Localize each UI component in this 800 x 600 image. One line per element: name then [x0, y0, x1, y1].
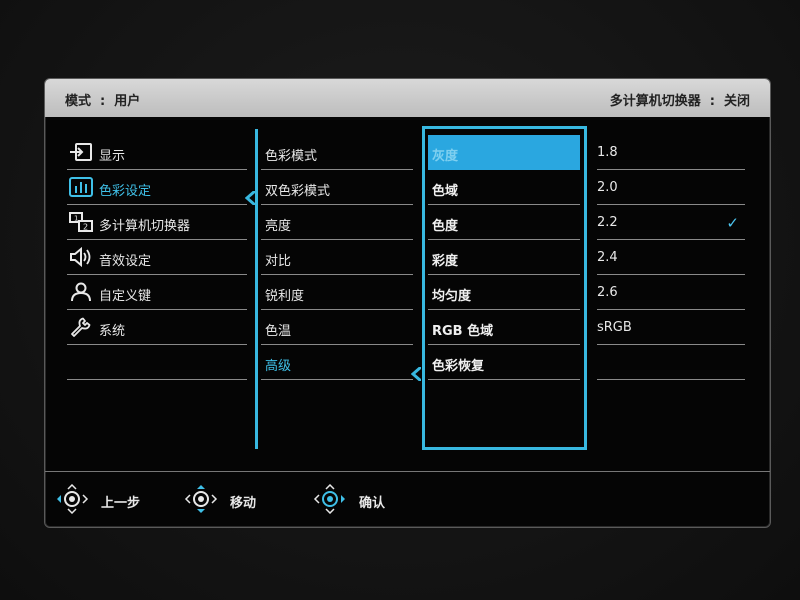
color-menu-label: 双色彩模式 — [265, 184, 331, 199]
advanced-menu-label: 色彩恢复 — [432, 359, 485, 374]
footer-confirm: 确认 — [313, 484, 433, 514]
pointer-notch-2 — [411, 367, 421, 381]
osd-footer: 上一步 移动 确认 — [45, 471, 770, 527]
advanced-menu-item-uniformity[interactable]: 均匀度 — [428, 275, 580, 310]
color-menu-label: 高级 — [265, 359, 292, 374]
input-icon — [70, 143, 92, 161]
advanced-menu-item-hue[interactable]: 色度 — [428, 205, 580, 240]
color-menu-item-brightness[interactable]: 亮度 — [261, 205, 413, 240]
color-menu-label: 色彩模式 — [265, 149, 318, 164]
color-settings-menu: 色彩模式 双色彩模式 亮度 对比 锐利度 色温 高级 — [261, 135, 413, 380]
kvm-switch-icon: 1 2 — [69, 212, 93, 232]
color-menu-item-color-mode[interactable]: 色彩模式 — [261, 135, 413, 170]
kvm-value: 关闭 — [723, 94, 750, 109]
mode-label: 模式 — [65, 94, 92, 109]
kvm-colon: : — [709, 94, 715, 109]
svg-text:1: 1 — [74, 215, 78, 223]
advanced-menu-item-gamma[interactable]: 灰度 — [428, 135, 580, 170]
gamma-values-menu: 1.8 2.0 2.2 ✓ 2.4 2.6 sRGB — [597, 135, 745, 380]
color-menu-item-advanced[interactable]: 高级 — [261, 345, 413, 380]
main-menu-label: 音效设定 — [99, 254, 152, 269]
gamma-option-label: 2.4 — [597, 250, 618, 265]
main-menu-item-kvm[interactable]: 1 2 多计算机切换器 — [67, 205, 247, 240]
kvm-indicator: 多计算机切换器: 关闭 — [610, 90, 750, 109]
pointer-notch-1 — [245, 191, 255, 205]
gamma-option-selected[interactable]: 2.2 ✓ — [597, 205, 745, 240]
gamma-option-label: 2.0 — [597, 180, 618, 195]
main-menu-label: 多计算机切换器 — [99, 219, 191, 234]
gamma-empty-row — [597, 345, 745, 380]
main-menu-item-display[interactable]: 显示 — [67, 135, 247, 170]
advanced-menu-item-color-reset[interactable]: 色彩恢复 — [428, 345, 580, 380]
dpad-updown-icon — [184, 485, 218, 513]
color-menu-label: 亮度 — [265, 219, 292, 234]
footer-back: 上一步 — [55, 484, 175, 514]
mode-colon: : — [100, 94, 106, 109]
kvm-label: 多计算机切换器 — [609, 94, 701, 109]
gamma-option[interactable]: 2.0 — [597, 170, 745, 205]
column-divider-1 — [255, 129, 258, 449]
gamma-option[interactable]: sRGB — [597, 310, 745, 345]
wrench-icon — [71, 317, 91, 337]
user-icon — [71, 282, 91, 302]
main-menu-label: 自定义键 — [99, 289, 152, 304]
advanced-menu-label: 灰度 — [432, 149, 459, 164]
main-menu-item-system[interactable]: 系统 — [67, 310, 247, 345]
mode-value: 用户 — [114, 94, 141, 109]
main-menu: 显示 色彩设定 1 2 多计算机切换器 音效设定 自定义键 系统 — [67, 135, 247, 380]
footer-move-label: 移动 — [230, 496, 257, 511]
dpad-press-icon — [313, 484, 345, 514]
main-menu-label: 系统 — [99, 324, 126, 339]
osd-menu: 模式: 用户 多计算机切换器: 关闭 显示 色彩设定 1 2 多计算机切换器 音… — [44, 78, 771, 528]
main-menu-item-custom-key[interactable]: 自定义键 — [67, 275, 247, 310]
advanced-menu-label: 色域 — [432, 184, 459, 199]
gamma-option[interactable]: 2.6 — [597, 275, 745, 310]
footer-confirm-label: 确认 — [359, 496, 386, 511]
bar-chart-icon — [69, 177, 93, 197]
main-menu-item-audio[interactable]: 音效设定 — [67, 240, 247, 275]
check-icon: ✓ — [726, 214, 739, 232]
gamma-option-label: 2.2 — [597, 215, 618, 230]
main-menu-empty-row — [67, 345, 247, 380]
mode-indicator: 模式: 用户 — [65, 90, 140, 109]
advanced-menu-item-rgb-gamut[interactable]: RGB 色域 — [428, 310, 580, 345]
color-menu-label: 色温 — [265, 324, 292, 339]
main-menu-item-color-settings[interactable]: 色彩设定 — [67, 170, 247, 205]
gamma-option[interactable]: 1.8 — [597, 135, 745, 170]
dpad-left-icon — [57, 484, 89, 514]
svg-text:2: 2 — [83, 223, 88, 232]
color-menu-label: 锐利度 — [265, 289, 305, 304]
advanced-menu-label: 色度 — [432, 219, 459, 234]
gamma-option-label: 2.6 — [597, 285, 618, 300]
color-menu-item-contrast[interactable]: 对比 — [261, 240, 413, 275]
footer-back-label: 上一步 — [101, 496, 141, 511]
gamma-option-label: sRGB — [597, 320, 632, 335]
color-menu-item-sharpness[interactable]: 锐利度 — [261, 275, 413, 310]
advanced-menu: 灰度 色域 色度 彩度 均匀度 RGB 色域 色彩恢复 — [428, 135, 580, 380]
gamma-option[interactable]: 2.4 — [597, 240, 745, 275]
gamma-option-label: 1.8 — [597, 145, 618, 160]
color-menu-item-dual-color-mode[interactable]: 双色彩模式 — [261, 170, 413, 205]
main-menu-label: 色彩设定 — [99, 184, 152, 199]
speaker-icon — [70, 247, 91, 267]
advanced-menu-label: RGB 色域 — [432, 324, 494, 339]
color-menu-item-color-temp[interactable]: 色温 — [261, 310, 413, 345]
advanced-menu-label: 均匀度 — [432, 289, 472, 304]
color-menu-label: 对比 — [265, 254, 292, 269]
advanced-menu-item-saturation[interactable]: 彩度 — [428, 240, 580, 275]
footer-move: 移动 — [184, 484, 304, 514]
advanced-menu-item-color-gamut[interactable]: 色域 — [428, 170, 580, 205]
main-menu-label: 显示 — [99, 149, 126, 164]
advanced-menu-label: 彩度 — [432, 254, 459, 269]
osd-header: 模式: 用户 多计算机切换器: 关闭 — [45, 79, 770, 117]
